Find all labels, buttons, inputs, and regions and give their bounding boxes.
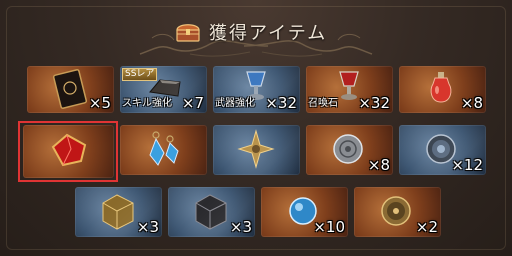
reward-panel: 獲得アイテム ×5 SSレア スキル強化 ×7 武器強化 ×32 召喚石 ×32… — [0, 0, 512, 256]
reward-item-silver-medal[interactable]: ×8 — [306, 125, 393, 175]
item-label: スキル強化 — [122, 98, 172, 109]
item-label: 武器強化 — [215, 98, 255, 109]
reward-item-earrings[interactable] — [120, 125, 207, 175]
blue-earrings-icon — [149, 131, 179, 166]
reward-item-gold-medal[interactable]: ×2 — [354, 187, 441, 237]
header: 獲得アイテム — [0, 14, 512, 57]
item-quantity: ×2 — [415, 218, 438, 236]
item-quantity: ×10 — [313, 218, 345, 236]
reward-item-dark-cube[interactable]: ×3 — [168, 187, 255, 237]
reward-item-ornate-cross[interactable] — [213, 125, 300, 175]
skill-stone-icon — [149, 79, 181, 97]
item-quantity: ×3 — [136, 218, 159, 236]
item-label: 召喚石 — [308, 98, 338, 109]
dark-cube-icon — [195, 194, 227, 230]
rarity-badge: SSレア — [122, 68, 158, 81]
weapon-chalice-icon — [246, 71, 266, 100]
reward-item-gold-cube[interactable]: ×3 — [75, 187, 162, 237]
panel-title: 獲得アイテム — [209, 23, 328, 44]
item-quantity: ×32 — [358, 94, 390, 112]
item-quantity: ×3 — [229, 218, 252, 236]
reward-item-weapon-chalice[interactable]: 武器強化 ×32 — [213, 66, 300, 113]
ornate-cross-icon — [237, 129, 275, 169]
item-quantity: ×7 — [181, 94, 204, 112]
item-quantity: ×12 — [451, 156, 483, 174]
selection-highlight — [18, 121, 118, 182]
gold-cube-icon — [102, 194, 134, 230]
reward-item-grimoire[interactable]: ×5 — [27, 66, 114, 113]
reward-item-dark-medal[interactable]: ×12 — [399, 125, 486, 175]
reward-item-summon-chalice[interactable]: 召喚石 ×32 — [306, 66, 393, 113]
item-quantity: ×32 — [265, 94, 297, 112]
reward-item-blue-orb[interactable]: ×10 — [261, 187, 348, 237]
reward-item-skill-stone[interactable]: SSレア スキル強化 ×7 — [120, 66, 207, 113]
reward-item-potion[interactable]: ×8 — [399, 66, 486, 113]
dark-medal-icon — [426, 134, 456, 164]
item-quantity: ×5 — [88, 94, 111, 112]
treasure-chest-icon — [176, 24, 200, 42]
item-quantity: ×8 — [367, 156, 390, 174]
item-quantity: ×8 — [460, 94, 483, 112]
